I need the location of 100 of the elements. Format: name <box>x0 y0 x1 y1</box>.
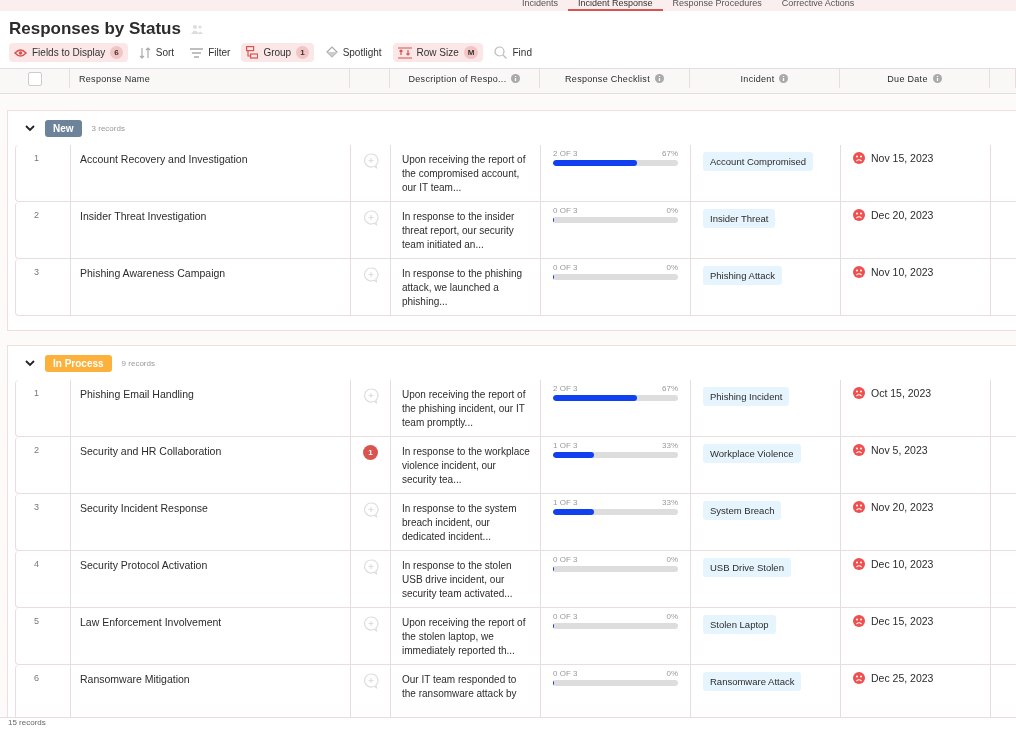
table-cell: Phishing Awareness Campaign <box>80 267 226 279</box>
row-number: 4 <box>34 559 39 569</box>
toolbar-button[interactable]: Find <box>489 43 537 62</box>
due-date: Oct 15, 2023 <box>871 387 932 399</box>
incident-tag[interactable]: Phishing Incident <box>703 387 790 406</box>
search-icon <box>494 46 508 59</box>
progress-count: 2 OF 3 <box>553 149 578 158</box>
due-date: Dec 10, 2023 <box>871 558 934 570</box>
progress-count: 0 OF 3 <box>553 669 578 678</box>
add-comment-icon[interactable] <box>362 388 379 404</box>
add-comment-icon[interactable] <box>362 673 379 689</box>
table-cell: In response to the workplace violence incident, our security tea... <box>402 446 530 485</box>
progress-percent: 0% <box>666 555 678 564</box>
toolbar-button[interactable]: Sort <box>133 43 180 62</box>
row-number: 5 <box>34 616 39 626</box>
add-comment-icon[interactable] <box>362 616 379 632</box>
table-cell: Upon receiving the report of the compromised account, our IT team... <box>402 154 526 193</box>
due-date: Dec 15, 2023 <box>871 615 934 627</box>
incident-tag[interactable]: Workplace Violence <box>703 444 801 463</box>
due-date: Nov 5, 2023 <box>871 444 928 456</box>
row-height-icon <box>397 46 412 59</box>
sort-icon <box>138 46 151 59</box>
column-header[interactable]: Response Name <box>79 73 150 84</box>
progress-percent: 0% <box>666 612 678 621</box>
tab[interactable]: Incidents <box>512 0 569 11</box>
table-row[interactable]: 3 Security Incident Response In response to the system breach incident, our dedicated incident... 1 OF 3 33% System Breach Nov 20, 2023 <box>15 494 1016 551</box>
count-badge: 6 <box>110 46 123 59</box>
table-row[interactable]: 1 Phishing Email Handling Upon receiving the report of the phishing incident, our IT team promptly... 2 OF 3 67% Phishing Incident Oct 15, 2023 <box>15 380 1016 437</box>
page-title: Responses by Status <box>9 19 181 39</box>
table-cell: In response to the insider threat report, our security team initiated an... <box>402 211 515 250</box>
chevron-icon[interactable] <box>25 124 35 132</box>
incident-tag[interactable]: Stolen Laptop <box>703 615 776 634</box>
comment-count[interactable]: 1 <box>363 445 378 460</box>
toolbar-button[interactable]: Row Size M <box>392 43 484 62</box>
table-row[interactable]: 1 Account Recovery and Investigation Upon receiving the report of the compromised account, our IT team... 2 OF 3 67% Account Compromised Nov 15, 2023 <box>15 145 1016 202</box>
table-cell: Account Recovery and Investigation <box>80 153 248 165</box>
select-all-checkbox[interactable] <box>27 71 42 86</box>
incident-tag[interactable]: Ransomware Attack <box>703 672 802 691</box>
column-header[interactable]: Response Checklist <box>565 73 650 84</box>
progress-percent: 0% <box>666 206 678 215</box>
table-cell: In response to the system breach incident, our dedicated incident... <box>402 503 517 542</box>
incident-tag[interactable]: USB Drive Stolen <box>703 558 791 577</box>
filter-icon <box>190 47 204 58</box>
table-row[interactable]: 2 Insider Threat Investigation In response to the insider threat report, our security team initiated an... 0 OF 3 0% Insider Threat Dec 20, 2023 <box>15 202 1016 259</box>
status-tag: In Process <box>45 354 112 372</box>
toolbar-button[interactable]: Spotlight <box>319 43 387 62</box>
eye-icon <box>14 47 27 58</box>
record-count: 3 records <box>91 123 125 133</box>
people-icon <box>190 24 203 34</box>
progress-percent: 0% <box>666 669 678 678</box>
incident-tag[interactable]: System Breach <box>703 501 782 520</box>
row-number: 2 <box>34 210 39 220</box>
due-date: Dec 20, 2023 <box>871 209 934 221</box>
column-header[interactable]: Description of Respo... <box>408 73 507 84</box>
progress-percent: 33% <box>662 498 678 507</box>
toolbar-button[interactable]: Fields to Display 6 <box>9 43 128 62</box>
due-date: Nov 10, 2023 <box>871 266 934 278</box>
count-badge: M <box>463 46 479 59</box>
add-comment-icon[interactable] <box>362 153 379 169</box>
table-row[interactable]: 4 Security Protocol Activation In response to the stolen USB drive incident, our security team activated... 0 OF 3 0% USB Drive Stolen Dec 10, 2023 <box>15 551 1016 608</box>
table-cell: Upon receiving the report of the phishing incident, our IT team promptly... <box>402 389 526 428</box>
column-header[interactable]: Due Date <box>887 73 928 84</box>
due-date: Nov 15, 2023 <box>871 152 934 164</box>
table-cell: Upon receiving the report of the stolen laptop, we immediately reported th... <box>402 617 526 656</box>
due-date: Nov 20, 2023 <box>871 501 934 513</box>
table-row[interactable]: 2 Security and HR Collaboration 1 In response to the workplace violence incident, our security tea... 1 OF 3 33% Workplace Violence Nov 5, 2023 <box>15 437 1016 494</box>
add-comment-icon[interactable] <box>362 559 379 575</box>
record-total: 15 records <box>8 718 46 727</box>
incident-tag[interactable]: Insider Threat <box>703 209 776 228</box>
record-count: 9 records <box>121 358 155 368</box>
table-cell: Ransomware Mitigation <box>80 673 190 685</box>
add-comment-icon[interactable] <box>362 267 379 283</box>
column-header[interactable]: Incident <box>740 73 775 84</box>
progress-count: 1 OF 3 <box>553 498 578 507</box>
row-number: 1 <box>34 388 39 398</box>
status-tag: New <box>45 119 82 137</box>
table-row[interactable]: 3 Phishing Awareness Campaign In response to the phishing attack, we launched a phishing... 0 OF 3 0% Phishing Attack Nov 10, 2023 <box>15 259 1016 316</box>
table-cell: Security Protocol Activation <box>80 559 208 571</box>
row-number: 1 <box>34 153 39 163</box>
toolbar-button[interactable]: Filter <box>185 44 236 61</box>
table-cell: Security Incident Response <box>80 502 208 514</box>
due-date: Dec 25, 2023 <box>871 672 934 684</box>
add-comment-icon[interactable] <box>362 502 379 518</box>
add-comment-icon[interactable] <box>362 210 379 226</box>
chevron-icon[interactable] <box>25 359 35 367</box>
incident-tag[interactable]: Phishing Attack <box>703 266 782 285</box>
progress-percent: 67% <box>662 384 678 393</box>
paint-bucket-icon <box>324 46 338 59</box>
tab[interactable]: Corrective Actions <box>771 0 865 11</box>
tab[interactable]: Response Procedures <box>662 0 772 11</box>
progress-count: 2 OF 3 <box>553 384 578 393</box>
row-number: 6 <box>34 673 39 683</box>
progress-count: 1 OF 3 <box>553 441 578 450</box>
table-cell: Security and HR Collaboration <box>80 445 222 457</box>
table-row[interactable]: 5 Law Enforcement Involvement Upon receiving the report of the stolen laptop, we immediately reported th... 0 OF 3 0% Stolen Laptop Dec 15, 2023 <box>15 608 1016 665</box>
progress-count: 0 OF 3 <box>553 612 578 621</box>
toolbar-button[interactable]: Group 1 <box>241 43 314 62</box>
incident-tag[interactable]: Account Compromised <box>703 152 814 171</box>
progress-percent: 0% <box>666 263 678 272</box>
table-cell: Our IT team responded to the ransomware attack by <box>402 674 517 699</box>
